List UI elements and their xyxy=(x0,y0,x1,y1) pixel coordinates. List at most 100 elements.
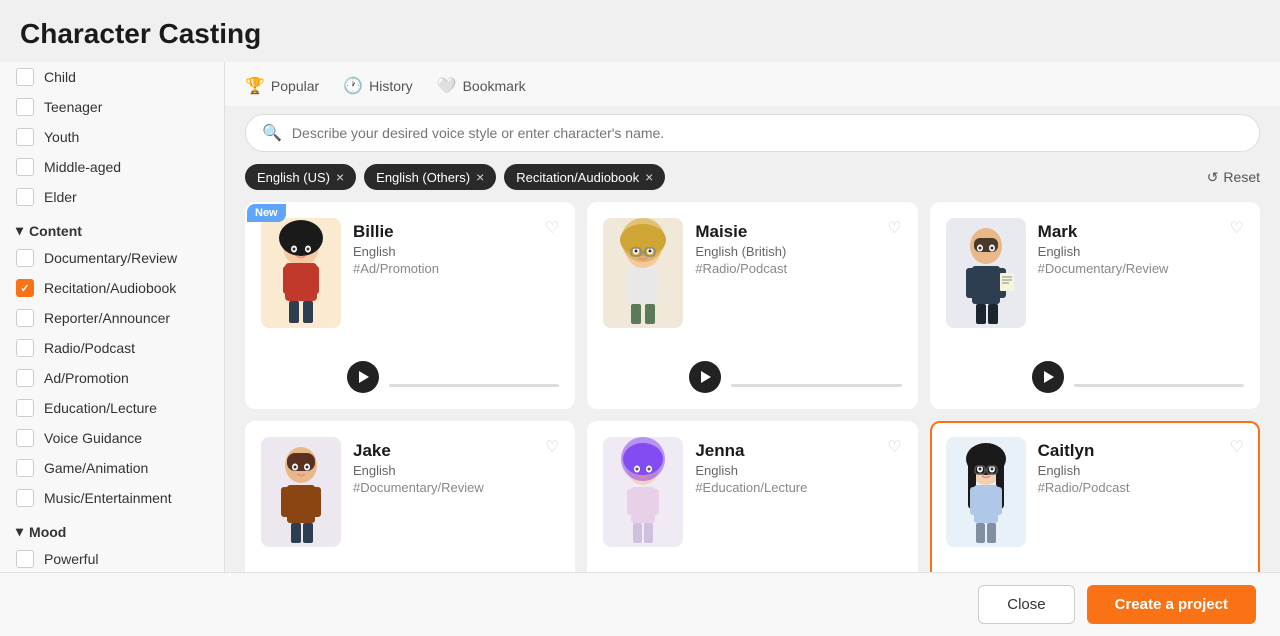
char-tag-mark: #Documentary/Review xyxy=(1038,261,1244,276)
char-tag-billie: #Ad/Promotion xyxy=(353,261,559,276)
char-info-mark: Mark English #Documentary/Review xyxy=(1038,218,1244,276)
char-info-caitlyn: Caitlyn English #Radio/Podcast xyxy=(1038,437,1244,495)
filter-tag-en-us[interactable]: English (US) × xyxy=(245,164,356,190)
checkbox-documentary[interactable] xyxy=(16,249,34,267)
checkbox-game[interactable] xyxy=(16,459,34,477)
sidebar-label-child: Child xyxy=(44,69,76,85)
char-lang-jake: English xyxy=(353,463,559,478)
checkbox-radio[interactable] xyxy=(16,339,34,357)
sidebar-item-powerful[interactable]: Powerful xyxy=(16,544,208,574)
reset-button[interactable]: ↺ Reset xyxy=(1207,169,1260,186)
create-project-button[interactable]: Create a project xyxy=(1087,585,1256,624)
sidebar-item-teenager[interactable]: Teenager xyxy=(16,92,208,122)
mood-section-arrow: ▾ xyxy=(16,523,23,540)
heart-mark[interactable]: ♡ xyxy=(1230,218,1244,238)
nav-popular[interactable]: 🏆 Popular xyxy=(245,76,319,96)
sidebar-label-documentary: Documentary/Review xyxy=(44,250,177,266)
char-card-mark[interactable]: Mark English #Documentary/Review ♡ xyxy=(930,202,1260,409)
play-mark[interactable] xyxy=(1032,361,1064,393)
checkbox-youth[interactable] xyxy=(16,128,34,146)
sidebar-item-game[interactable]: Game/Animation xyxy=(16,453,208,483)
sidebar-item-voice-guidance[interactable]: Voice Guidance xyxy=(16,423,208,453)
filter-tags: English (US) × English (Others) × Recita… xyxy=(225,164,1280,202)
search-bar: 🔍 xyxy=(245,114,1260,152)
checkbox-reporter[interactable] xyxy=(16,309,34,327)
char-tag-maisie: #Radio/Podcast xyxy=(695,261,901,276)
avatar-jake xyxy=(261,437,341,547)
mood-section-label: Mood xyxy=(29,524,66,540)
new-badge-billie: New xyxy=(247,204,286,222)
filter-tag-en-others-remove[interactable]: × xyxy=(476,169,484,185)
checkbox-child[interactable] xyxy=(16,68,34,86)
avatar-maisie xyxy=(603,218,683,328)
reset-label: Reset xyxy=(1223,169,1260,185)
sidebar: Child Teenager Youth Middle-aged Elder ▾… xyxy=(0,62,225,628)
sidebar-item-elder[interactable]: Elder xyxy=(16,182,208,212)
top-nav: 🏆 Popular 🕐 History 🤍 Bookmark xyxy=(225,62,1280,106)
char-tag-caitlyn: #Radio/Podcast xyxy=(1038,480,1244,495)
close-button[interactable]: Close xyxy=(978,585,1074,624)
popular-label: Popular xyxy=(271,78,319,94)
char-card-billie[interactable]: New xyxy=(245,202,575,409)
char-lang-maisie: English (British) xyxy=(695,244,901,259)
filter-tag-recitation[interactable]: Recitation/Audiobook × xyxy=(504,164,665,190)
checkbox-middle-aged[interactable] xyxy=(16,158,34,176)
footer: Close Create a project xyxy=(0,572,1280,636)
sidebar-label-ad: Ad/Promotion xyxy=(44,370,129,386)
progress-mark xyxy=(1074,384,1244,387)
heart-jake[interactable]: ♡ xyxy=(545,437,559,457)
char-tag-jenna: #Education/Lecture xyxy=(695,480,901,495)
filter-tag-en-us-label: English (US) xyxy=(257,170,330,185)
char-name-caitlyn: Caitlyn xyxy=(1038,441,1244,461)
filter-tag-recitation-label: Recitation/Audiobook xyxy=(516,170,639,185)
checkbox-powerful[interactable] xyxy=(16,550,34,568)
heart-billie[interactable]: ♡ xyxy=(545,218,559,238)
char-tag-jake: #Documentary/Review xyxy=(353,480,559,495)
checkbox-elder[interactable] xyxy=(16,188,34,206)
search-input[interactable] xyxy=(292,125,1243,141)
char-card-maisie[interactable]: Maisie English (British) #Radio/Podcast … xyxy=(587,202,917,409)
content-section-header[interactable]: ▾ Content xyxy=(16,212,208,243)
sidebar-item-documentary[interactable]: Documentary/Review xyxy=(16,243,208,273)
checkbox-voice-guidance[interactable] xyxy=(16,429,34,447)
char-lang-jenna: English xyxy=(695,463,901,478)
checkbox-teenager[interactable] xyxy=(16,98,34,116)
sidebar-item-music[interactable]: Music/Entertainment xyxy=(16,483,208,513)
filter-tag-en-us-remove[interactable]: × xyxy=(336,169,344,185)
heart-jenna[interactable]: ♡ xyxy=(887,437,901,457)
sidebar-item-ad[interactable]: Ad/Promotion xyxy=(16,363,208,393)
page-title: Character Casting xyxy=(0,0,1280,62)
sidebar-item-radio[interactable]: Radio/Podcast xyxy=(16,333,208,363)
mood-section-header[interactable]: ▾ Mood xyxy=(16,513,208,544)
avatar-billie xyxy=(261,218,341,328)
avatar-caitlyn xyxy=(946,437,1026,547)
heart-caitlyn[interactable]: ♡ xyxy=(1230,437,1244,457)
sidebar-label-reporter: Reporter/Announcer xyxy=(44,310,170,326)
bookmark-label: Bookmark xyxy=(463,78,526,94)
heart-maisie[interactable]: ♡ xyxy=(887,218,901,238)
history-label: History xyxy=(369,78,413,94)
sidebar-item-reporter[interactable]: Reporter/Announcer xyxy=(16,303,208,333)
history-icon: 🕐 xyxy=(343,76,363,96)
sidebar-item-child[interactable]: Child xyxy=(16,62,208,92)
sidebar-label-radio: Radio/Podcast xyxy=(44,340,135,356)
progress-maisie xyxy=(731,384,901,387)
filter-tag-en-others[interactable]: English (Others) × xyxy=(364,164,496,190)
sidebar-item-recitation[interactable]: Recitation/Audiobook xyxy=(16,273,208,303)
sidebar-item-education[interactable]: Education/Lecture xyxy=(16,393,208,423)
checkbox-ad[interactable] xyxy=(16,369,34,387)
char-lang-mark: English xyxy=(1038,244,1244,259)
sidebar-label-music: Music/Entertainment xyxy=(44,490,172,506)
filter-tag-recitation-remove[interactable]: × xyxy=(645,169,653,185)
sidebar-item-middle-aged[interactable]: Middle-aged xyxy=(16,152,208,182)
play-billie[interactable] xyxy=(347,361,379,393)
play-maisie[interactable] xyxy=(689,361,721,393)
nav-history[interactable]: 🕐 History xyxy=(343,76,412,96)
sidebar-label-recitation: Recitation/Audiobook xyxy=(44,280,176,296)
sidebar-item-youth[interactable]: Youth xyxy=(16,122,208,152)
nav-bookmark[interactable]: 🤍 Bookmark xyxy=(437,76,526,96)
checkbox-recitation[interactable] xyxy=(16,279,34,297)
char-name-mark: Mark xyxy=(1038,222,1244,242)
checkbox-music[interactable] xyxy=(16,489,34,507)
checkbox-education[interactable] xyxy=(16,399,34,417)
